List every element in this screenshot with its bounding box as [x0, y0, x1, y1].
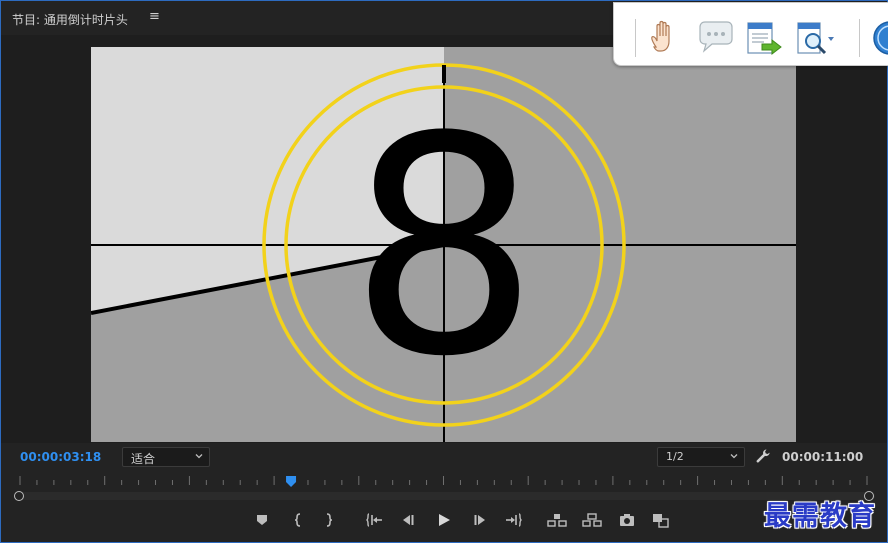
chevron-down-icon	[195, 454, 203, 459]
compare-icon[interactable]	[650, 509, 672, 531]
go-to-out-icon[interactable]	[502, 509, 524, 531]
lift-icon[interactable]	[546, 509, 568, 531]
extract-icon[interactable]	[581, 509, 603, 531]
resolution-dropdown[interactable]: 1/2	[657, 447, 745, 467]
mark-in-icon[interactable]	[287, 509, 309, 531]
step-back-icon[interactable]	[398, 509, 420, 531]
video-frame: 8	[91, 47, 796, 442]
time-ruler[interactable]	[1, 471, 887, 491]
fit-dropdown-label: 适合	[131, 452, 156, 466]
watermark-text: 最需教育	[764, 501, 876, 532]
panel-title[interactable]: 节目: 通用倒计时片头	[12, 11, 128, 28]
zoom-scrollbar[interactable]	[15, 492, 875, 500]
program-monitor-panel: 节目: 通用倒计时片头 ≡ 8 00:00:03:18 适合 1/2 00:00…	[0, 0, 888, 543]
countdown-number: 8	[349, 73, 540, 422]
help-circle-icon[interactable]	[868, 17, 888, 59]
fit-dropdown[interactable]: 适合	[122, 447, 210, 467]
hamburger-icon[interactable]: ≡	[149, 9, 160, 24]
step-forward-icon[interactable]	[468, 509, 490, 531]
camera-icon[interactable]	[616, 509, 638, 531]
magnifier-icon[interactable]	[795, 17, 835, 59]
chevron-down-icon	[730, 454, 738, 459]
go-to-in-icon[interactable]	[364, 509, 386, 531]
transport-controls	[1, 509, 887, 533]
resolution-dropdown-label: 1/2	[666, 450, 684, 463]
current-timecode[interactable]: 00:00:03:18	[20, 450, 101, 464]
document-arrow-icon[interactable]	[744, 17, 784, 59]
hand-icon[interactable]	[644, 17, 684, 59]
play-icon[interactable]	[433, 509, 455, 531]
playhead-marker[interactable]	[286, 476, 297, 487]
floating-toolbar	[613, 2, 888, 66]
toolbar-separator	[635, 19, 636, 57]
duration-timecode: 00:00:11:00	[782, 450, 864, 464]
zoom-scrollbar-left-handle[interactable]	[14, 491, 24, 501]
wrench-icon[interactable]	[755, 448, 771, 464]
speech-bubble-icon[interactable]	[696, 17, 736, 59]
marker-icon[interactable]	[251, 509, 273, 531]
toolbar-separator	[859, 19, 860, 57]
mark-out-icon[interactable]	[318, 509, 340, 531]
